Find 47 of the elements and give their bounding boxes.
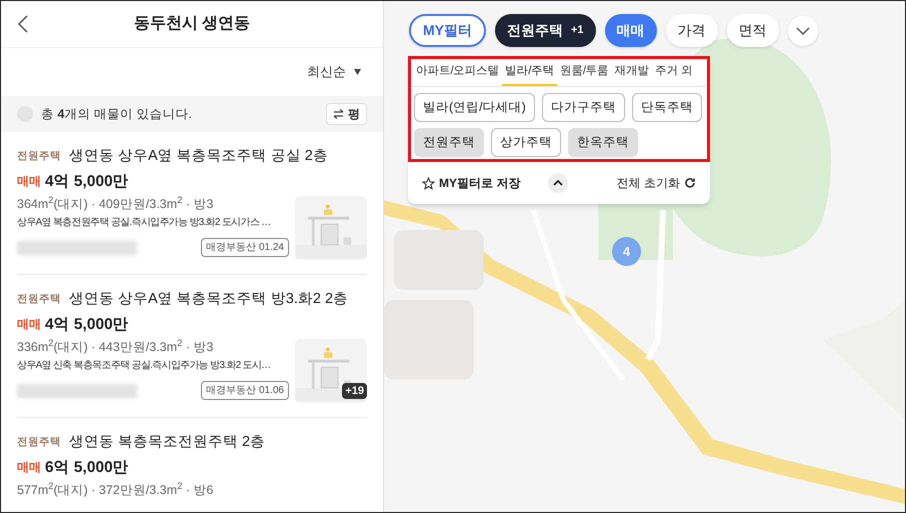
property-type-option[interactable]: 한옥주택 xyxy=(568,128,638,157)
listing-title[interactable]: 생연동 상우A옆 복층목조주택 방3.화2 2층 xyxy=(69,289,348,311)
listing-description: 상우A옆 복층전원주택 공실.즉시입주가능 방3.화2 도시가스 … xyxy=(17,216,272,230)
listing-title[interactable]: 생연동 상우A옆 복층목조주택 공실 2층 xyxy=(69,146,328,168)
listing-price: 6억 5,000만 xyxy=(45,458,129,478)
category-tab[interactable]: 재개발 xyxy=(612,59,652,86)
listing-specs: 336m$^{2}$(대지) · 443만원/3.3m$^{2}$ · 방3 xyxy=(17,339,214,355)
page-title: 동두천시 생연동 xyxy=(134,14,250,34)
listing-title[interactable]: 생연동 복층목조전원주택 2층 xyxy=(69,432,266,454)
swap-icon xyxy=(333,109,344,119)
save-filter-button[interactable]: MY필터로 저장 xyxy=(422,174,520,192)
listing-specs: 577m$^{2}$(대지) · 372만원/3.3m$^{2}$ · 방6 xyxy=(17,482,214,498)
agent-tag: 매경부동산 01.24 xyxy=(201,238,289,257)
listing-price: 4억 5,000만 xyxy=(45,172,129,192)
category-tab[interactable]: 빌라/주택 xyxy=(502,59,557,86)
property-type-option[interactable]: 빌라(연립/다세대) xyxy=(414,93,535,122)
sort-dropdown[interactable]: 최신순 xyxy=(307,62,361,82)
deal-type-label: 매매 xyxy=(17,459,41,476)
property-type-option[interactable]: 다가구주택 xyxy=(542,93,625,122)
property-type-label: 전원주택 xyxy=(17,292,61,307)
category-tab[interactable]: 원룸/투룸 xyxy=(556,59,612,86)
collapse-button[interactable] xyxy=(548,173,568,193)
listing-count-text: 총 4개의 매물이 있습니다. xyxy=(41,106,192,123)
filter-chip[interactable]: MY필터 xyxy=(409,14,486,47)
listing-description: 상우A옆 신축 복층목조주택 공실.즉시입주가능 방3.화2 도시… xyxy=(17,359,272,373)
dropdown-arrow-icon xyxy=(354,69,361,75)
reset-button[interactable]: 전체 초기화 xyxy=(616,174,696,192)
deal-type-label: 매매 xyxy=(17,173,41,190)
category-tab[interactable]: 아파트/오피스텔 xyxy=(413,59,502,86)
photo-count: +19 xyxy=(342,382,367,399)
unit-toggle-button[interactable]: 평 xyxy=(326,103,367,125)
listing-price: 4억 5,000만 xyxy=(45,314,129,335)
property-type-option[interactable]: 단독주택 xyxy=(632,93,702,122)
deal-type-label: 매매 xyxy=(17,316,41,334)
category-tab[interactable]: 주거 외 xyxy=(652,59,696,86)
listing-specs: 364m$^{2}$(대지) · 409만원/3.3m$^{2}$ · 방3 xyxy=(17,196,214,212)
refresh-icon xyxy=(684,177,696,189)
property-type-label: 전원주택 xyxy=(17,149,61,164)
agent-tag: 매경부동산 01.06 xyxy=(201,381,289,400)
chevron-down-icon xyxy=(796,26,810,34)
property-type-option[interactable]: 전원주택 xyxy=(414,128,484,157)
back-icon[interactable] xyxy=(17,14,29,34)
chevron-up-icon xyxy=(553,180,564,186)
filter-chip[interactable]: 전원주택 +1 xyxy=(495,14,596,47)
star-icon xyxy=(422,176,435,190)
property-type-label: 전원주택 xyxy=(17,435,61,450)
property-type-option[interactable]: 상가주택 xyxy=(491,128,561,157)
